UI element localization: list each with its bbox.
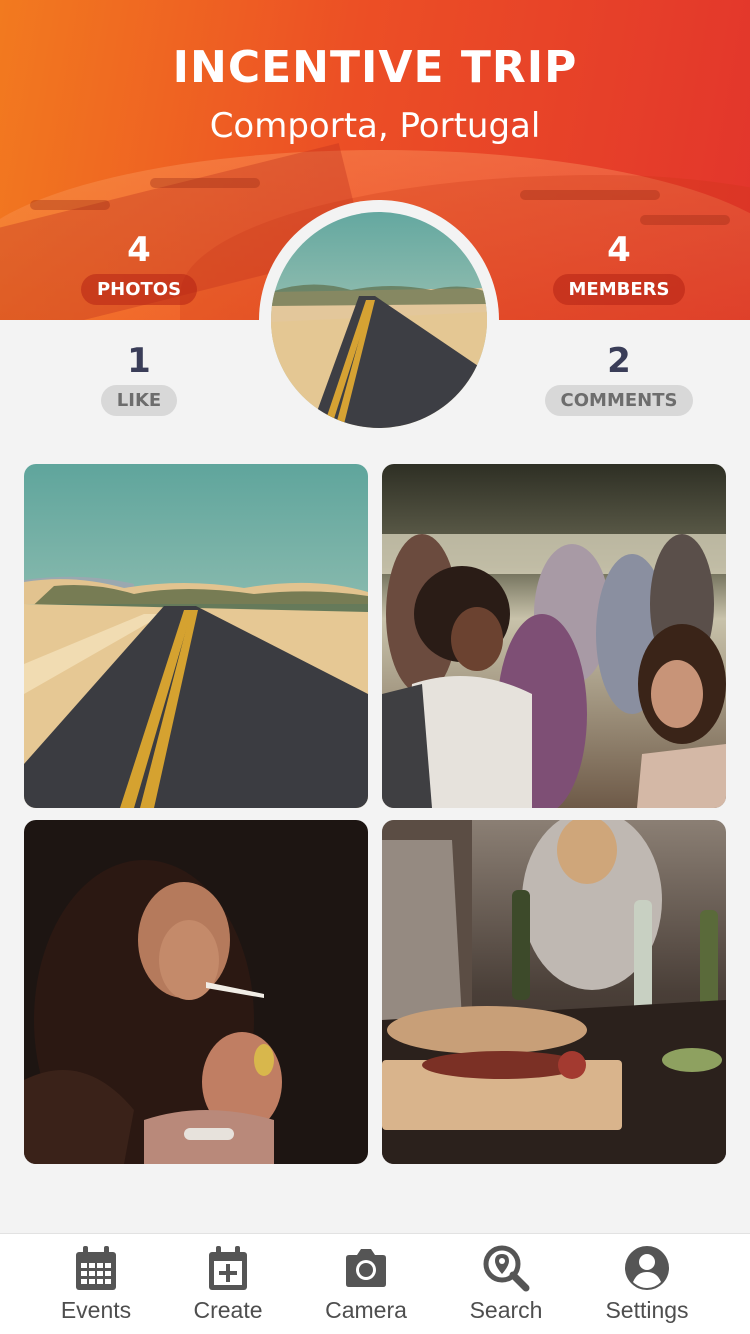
tab-events[interactable]: Events — [46, 1234, 146, 1334]
tab-settings-label: Settings — [605, 1297, 689, 1323]
event-location: Comporta, Portugal — [209, 106, 541, 146]
photos-count: 4 — [127, 230, 151, 270]
scrub-decoration — [520, 190, 660, 200]
scrub-decoration — [640, 215, 730, 225]
tab-create-label: Create — [193, 1297, 263, 1323]
members-count: 4 — [607, 230, 631, 270]
tab-search[interactable]: Search — [456, 1234, 556, 1334]
calendar-grid-icon — [76, 1246, 116, 1290]
photos-stat[interactable]: 4 PHOTOS — [54, 230, 224, 305]
event-title: INCENTIVE TRIP — [172, 42, 578, 93]
photo-party-crowd[interactable] — [382, 464, 726, 808]
calendar-plus-icon — [209, 1246, 247, 1290]
photo-dinner-table[interactable] — [382, 820, 726, 1164]
likes-count: 1 — [127, 341, 151, 381]
tab-settings[interactable]: Settings — [592, 1234, 702, 1334]
members-label: MEMBERS — [552, 274, 686, 305]
tab-camera[interactable]: Camera — [310, 1234, 422, 1334]
user-circle-icon — [625, 1246, 669, 1290]
comments-count: 2 — [607, 341, 631, 381]
comments-label: COMMENTS — [544, 385, 694, 416]
photo-woman-lighter[interactable] — [24, 820, 368, 1164]
tab-search-label: Search — [469, 1297, 543, 1323]
comments-stat[interactable]: 2 COMMENTS — [534, 341, 704, 416]
scrub-decoration — [150, 178, 260, 188]
scrub-decoration — [30, 200, 110, 210]
tab-create[interactable]: Create — [178, 1234, 278, 1334]
likes-label: LIKE — [100, 385, 178, 416]
event-avatar[interactable] — [271, 212, 487, 428]
likes-stat[interactable]: 1 LIKE — [54, 341, 224, 416]
members-stat[interactable]: 4 MEMBERS — [534, 230, 704, 305]
camera-icon — [346, 1249, 386, 1287]
tab-camera-label: Camera — [325, 1297, 407, 1323]
tab-events-label: Events — [60, 1297, 132, 1323]
search-location-icon — [483, 1245, 530, 1292]
bottom-tab-bar: Events Create Camera Search Settings — [0, 1233, 750, 1334]
photo-desert-road[interactable] — [24, 464, 368, 808]
photos-label: PHOTOS — [80, 274, 198, 305]
